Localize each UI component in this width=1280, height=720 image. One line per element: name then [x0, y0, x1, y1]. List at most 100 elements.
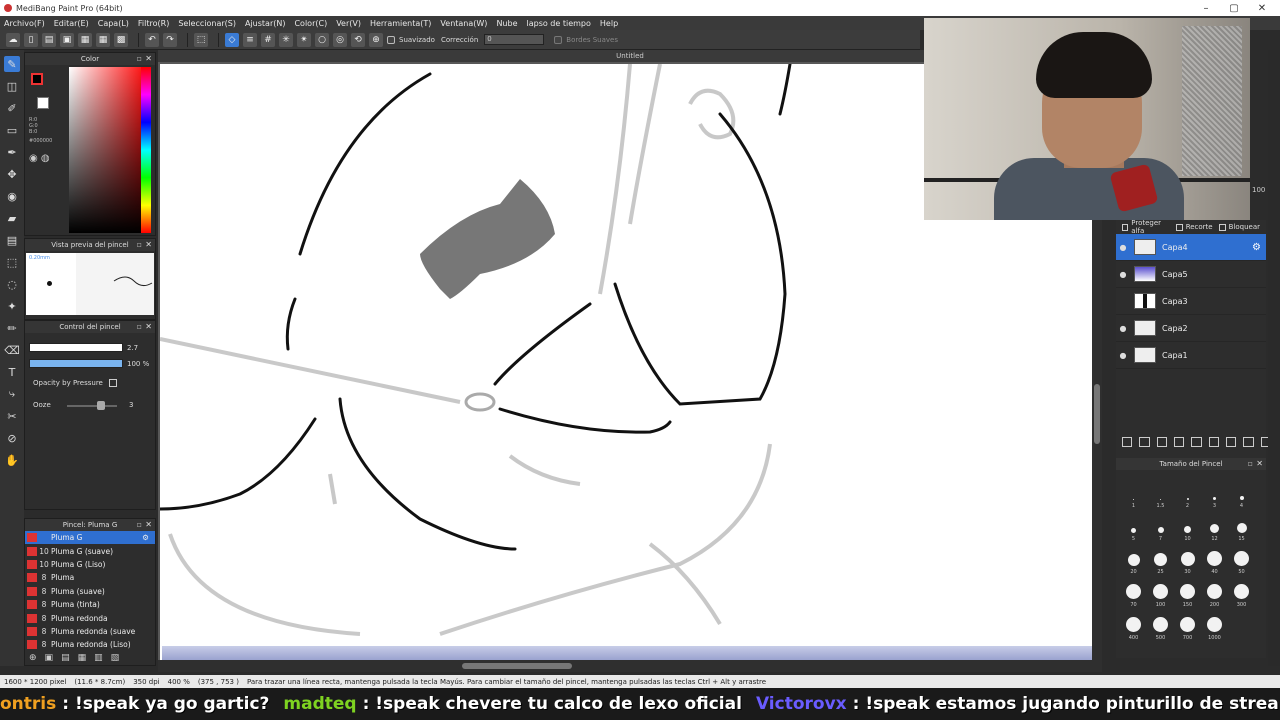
- new-file-icon[interactable]: ▯: [24, 32, 38, 47]
- brush-import-icon[interactable]: ▥: [94, 653, 103, 663]
- eraser-tool-icon[interactable]: ◫: [4, 78, 20, 94]
- save-icon[interactable]: ▣: [60, 32, 74, 47]
- close-button[interactable]: ✕: [1248, 3, 1276, 14]
- color-picker-square[interactable]: [69, 67, 149, 233]
- menu-lapso[interactable]: lapso de tiempo: [527, 19, 591, 28]
- brush-size-slider[interactable]: [29, 343, 123, 352]
- pen-tool-icon[interactable]: ✎: [4, 56, 20, 72]
- brush-size-option[interactable]: 1.5: [1147, 478, 1174, 509]
- opacity-pressure-checkbox[interactable]: [108, 379, 117, 387]
- visibility-icon[interactable]: ●: [1116, 324, 1130, 333]
- brush-size-option[interactable]: 200: [1201, 577, 1228, 608]
- brush-size-option[interactable]: 700: [1174, 610, 1201, 641]
- magic-wand-icon[interactable]: ✦: [4, 298, 20, 314]
- maximize-button[interactable]: ▢: [1220, 3, 1248, 14]
- brush-save-icon[interactable]: ▦: [78, 653, 87, 663]
- protect-alpha-option[interactable]: Proteger alfa: [1122, 219, 1170, 235]
- layer-item-capa4[interactable]: ● Capa4 ⚙: [1116, 234, 1266, 261]
- operation-tool-icon[interactable]: ⤷: [4, 386, 20, 402]
- close-panel-icon[interactable]: ✕: [145, 520, 152, 529]
- snap-off-icon[interactable]: ◇: [225, 32, 239, 47]
- hand-tool-icon[interactable]: ✋: [4, 452, 20, 468]
- close-panel-icon[interactable]: ✕: [145, 54, 152, 63]
- target-icon[interactable]: ⊕: [369, 32, 383, 47]
- layer-item-capa3[interactable]: Capa3: [1116, 288, 1266, 315]
- parallel-snap-icon[interactable]: ≡: [243, 32, 257, 47]
- menu-capa[interactable]: Capa(L): [98, 19, 129, 28]
- background-color-swatch[interactable]: [37, 97, 49, 109]
- layer-item-capa5[interactable]: ● Capa5: [1116, 261, 1266, 288]
- gear-icon[interactable]: ⚙: [1252, 242, 1266, 253]
- brush-size-option[interactable]: 30: [1174, 544, 1201, 575]
- dot-tool-icon[interactable]: ✒: [4, 144, 20, 160]
- menu-editar[interactable]: Editar(E): [54, 19, 89, 28]
- brush-size-option[interactable]: 10: [1174, 511, 1201, 542]
- visibility-icon[interactable]: ●: [1116, 243, 1130, 252]
- horizontal-scroll-thumb[interactable]: [462, 663, 572, 669]
- rotate-icon[interactable]: ⟲: [351, 32, 365, 47]
- color-mode-icons[interactable]: ◉ ◍: [29, 154, 69, 164]
- brush-size-option[interactable]: 7: [1147, 511, 1174, 542]
- brush-size-option[interactable]: 100: [1147, 577, 1174, 608]
- select-pen-icon[interactable]: ✏: [4, 320, 20, 336]
- brush-delete-icon[interactable]: ▧: [111, 653, 120, 663]
- brush-item[interactable]: 8 Pluma redonda (suave: [25, 625, 155, 638]
- brush-size-option[interactable]: 12: [1201, 511, 1228, 542]
- close-panel-icon[interactable]: ✕: [1256, 459, 1263, 468]
- undo-icon[interactable]: ↶: [145, 32, 159, 47]
- menu-ventana[interactable]: Ventana(W): [440, 19, 487, 28]
- select-eraser-icon[interactable]: ⌫: [4, 342, 20, 358]
- brush-size-option[interactable]: 1: [1120, 478, 1147, 509]
- circle-snap-icon[interactable]: ○: [315, 32, 329, 47]
- menu-ver[interactable]: Ver(V): [336, 19, 361, 28]
- move-tool-icon[interactable]: ✥: [4, 166, 20, 182]
- close-panel-icon[interactable]: ✕: [145, 240, 152, 249]
- undock-icon[interactable]: ▫: [1248, 459, 1253, 468]
- radial-snap-icon[interactable]: ✴: [297, 32, 311, 47]
- undock-icon[interactable]: ▫: [137, 322, 142, 331]
- layer-folder-icon[interactable]: [1191, 437, 1202, 447]
- brush-item[interactable]: 10 Pluma G (suave): [25, 544, 155, 557]
- lasso-tool-icon[interactable]: ◌: [4, 276, 20, 292]
- soft-edges-checkbox[interactable]: [554, 35, 563, 44]
- visibility-icon[interactable]: ●: [1116, 351, 1130, 360]
- foreground-color-swatch[interactable]: [31, 73, 43, 85]
- undock-icon[interactable]: ▫: [137, 240, 142, 249]
- brush-item[interactable]: 8 Pluma: [25, 571, 155, 584]
- shape-tool-icon[interactable]: ▭: [4, 122, 20, 138]
- eyedropper-icon[interactable]: ⊘: [4, 430, 20, 446]
- close-panel-icon[interactable]: ✕: [145, 322, 152, 331]
- brush-size-option[interactable]: 3: [1201, 478, 1228, 509]
- brush-size-option[interactable]: 15: [1228, 511, 1255, 542]
- brush-size-option[interactable]: 150: [1174, 577, 1201, 608]
- merge-layer-icon[interactable]: [1225, 437, 1237, 447]
- lock-option[interactable]: Bloquear: [1218, 223, 1260, 231]
- clipping-option[interactable]: Recorte: [1175, 223, 1213, 231]
- ooze-knob[interactable]: [97, 401, 105, 410]
- brush-folder-icon[interactable]: ▣: [45, 653, 54, 663]
- menu-herramienta[interactable]: Herramienta(T): [370, 19, 431, 28]
- new-layer-8bit-icon[interactable]: [1139, 437, 1150, 447]
- brush-opacity-slider[interactable]: [29, 359, 123, 368]
- menu-archivo[interactable]: Archivo(F): [4, 19, 45, 28]
- smoothing-checkbox[interactable]: [387, 35, 395, 44]
- menu-color[interactable]: Color(C): [294, 19, 327, 28]
- layer-item-capa1[interactable]: ● Capa1: [1116, 342, 1266, 369]
- brush-size-option[interactable]: 400: [1120, 610, 1147, 641]
- select-tool-icon[interactable]: ⬚: [4, 254, 20, 270]
- divide-tool-icon[interactable]: ✂: [4, 408, 20, 424]
- redo-icon[interactable]: ↷: [163, 32, 177, 47]
- layer-settings-icon[interactable]: [1243, 437, 1254, 447]
- brush-copy-icon[interactable]: ▤: [61, 653, 70, 663]
- gear-icon[interactable]: ⚙: [142, 533, 149, 542]
- brush-size-option[interactable]: 4: [1228, 478, 1255, 509]
- gradient-tool-icon[interactable]: ▤: [4, 232, 20, 248]
- vertical-scroll-thumb[interactable]: [1094, 384, 1100, 444]
- cross-snap-icon[interactable]: #: [261, 32, 275, 47]
- menu-nube[interactable]: Nube: [496, 19, 517, 28]
- duplicate-layer-icon[interactable]: [1208, 437, 1219, 447]
- undock-icon[interactable]: ▫: [137, 54, 142, 63]
- selection-icon[interactable]: ⬚: [194, 32, 208, 47]
- menu-filtro[interactable]: Filtro(R): [138, 19, 169, 28]
- menu-ajustar[interactable]: Ajustar(N): [245, 19, 286, 28]
